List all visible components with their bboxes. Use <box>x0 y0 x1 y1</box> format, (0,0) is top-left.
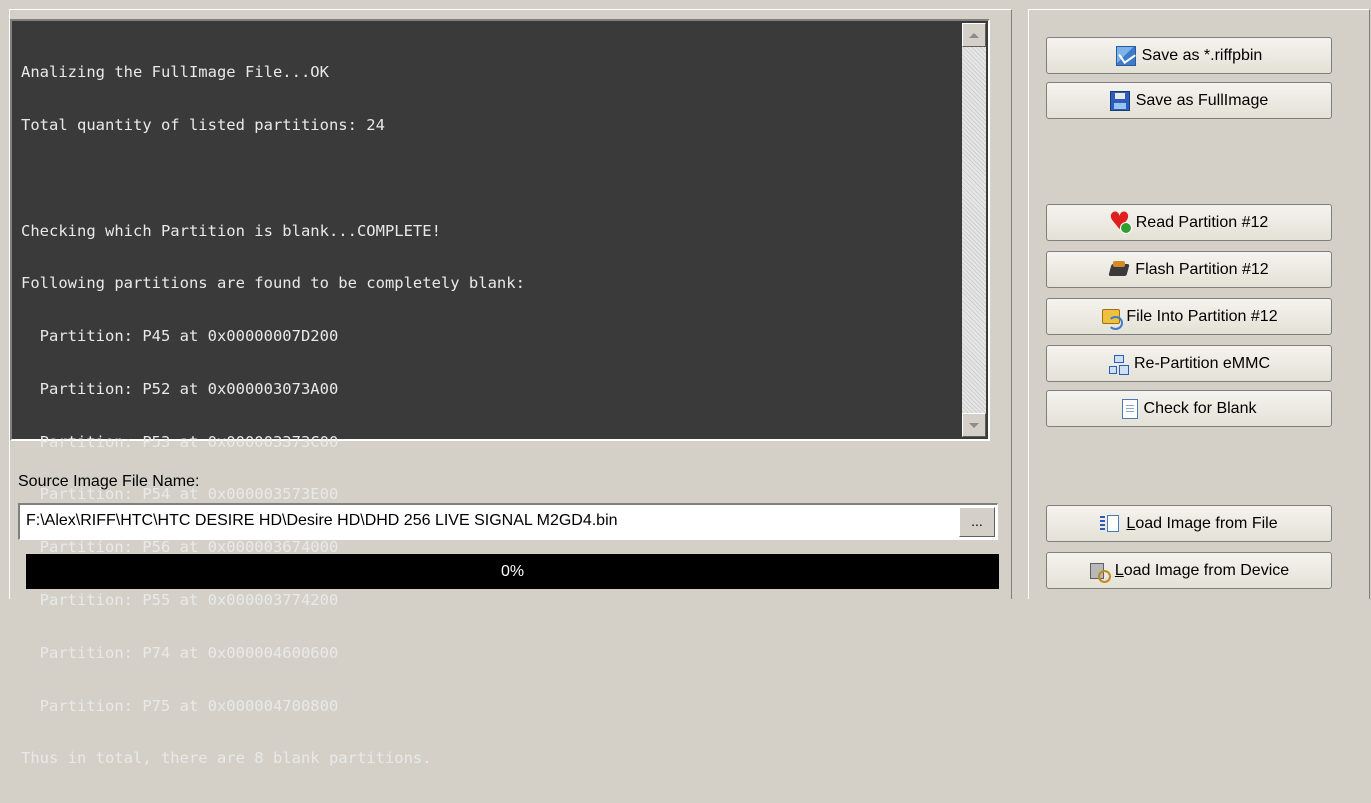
scroll-down-button[interactable] <box>962 413 986 437</box>
button-label: Re-Partition eMMC <box>1133 354 1271 372</box>
floppy-disk-icon <box>1109 90 1130 111</box>
source-file-path[interactable]: F:\Alex\RIFF\HTC\HTC DESIRE HD\Desire HD… <box>26 512 618 530</box>
log-line: Thus in total, there are 8 blank partiti… <box>21 749 432 768</box>
button-label: File Into Partition #12 <box>1126 307 1278 325</box>
save-fullimage-button[interactable]: Save as FullImage <box>1046 82 1332 119</box>
button-label: Check for Blank <box>1143 399 1257 417</box>
log-line: Partition: P55 at 0x000003774200 <box>21 591 339 609</box>
chip-icon <box>1109 260 1129 280</box>
check-blank-button[interactable]: Check for Blank <box>1046 390 1332 427</box>
button-label: Save as FullImage <box>1135 91 1269 109</box>
repartition-emmc-button[interactable]: Re-Partition eMMC <box>1046 345 1332 382</box>
read-partition-button[interactable]: Read Partition #12 <box>1046 204 1332 241</box>
document-icon <box>1121 398 1138 419</box>
log-line <box>21 170 941 188</box>
log-line: Partition: P53 at 0x000003373C00 <box>21 432 339 451</box>
vertical-scrollbar[interactable] <box>962 23 986 437</box>
button-label: Load Image from File <box>1126 514 1278 532</box>
source-file-label: Source Image File Name: <box>18 473 200 490</box>
load-from-device-button[interactable]: Load Image from Device <box>1046 552 1332 589</box>
log-line: Analizing the FullImage File...OK <box>21 63 329 82</box>
button-label: Read Partition #12 <box>1135 213 1269 231</box>
flash-partition-button[interactable]: Flash Partition #12 <box>1046 251 1332 288</box>
log-line: Checking which Partition is blank...COMP… <box>21 221 441 240</box>
log-console[interactable]: Analizing the FullImage File...OK Total … <box>10 19 990 767</box>
file-transfer-icon <box>1100 307 1124 330</box>
arrow-up-icon <box>969 32 979 38</box>
save-riffpbin-button[interactable]: Save as *.riffpbin <box>1046 37 1332 74</box>
log-line: Partition: P52 at 0x000003073A00 <box>21 379 339 398</box>
scroll-up-button[interactable] <box>962 23 986 47</box>
log-line: Following partitions are found to be com… <box>21 274 525 293</box>
log-line: Total quantity of listed partitions: 24 <box>21 115 385 134</box>
button-label: Flash Partition #12 <box>1135 260 1269 278</box>
network-tree-icon <box>1108 354 1128 374</box>
file-into-partition-button[interactable]: File Into Partition #12 <box>1046 298 1332 335</box>
log-line: Partition: P74 at 0x000004600600 <box>21 643 339 662</box>
source-file-input[interactable]: F:\Alex\RIFF\HTC\HTC DESIRE HD\Desire HD… <box>18 503 998 540</box>
load-file-icon <box>1100 514 1120 534</box>
browse-button[interactable]: ... <box>959 507 995 537</box>
button-label: Save as *.riffpbin <box>1141 46 1263 64</box>
progress-bar: 0% <box>26 554 999 589</box>
heart-icon <box>1109 207 1132 235</box>
save-riff-icon <box>1115 45 1136 66</box>
log-lines: Analizing the FullImage File...OK Total … <box>21 29 941 803</box>
load-device-icon <box>1089 561 1111 583</box>
arrow-down-icon <box>969 422 979 428</box>
button-label: Load Image from Device <box>1114 561 1290 579</box>
log-line: Partition: P45 at 0x00000007D200 <box>21 327 339 346</box>
load-from-file-button[interactable]: Load Image from File <box>1046 505 1332 542</box>
progress-text: 0% <box>500 563 525 580</box>
log-line: Partition: P75 at 0x000004700800 <box>21 696 339 715</box>
